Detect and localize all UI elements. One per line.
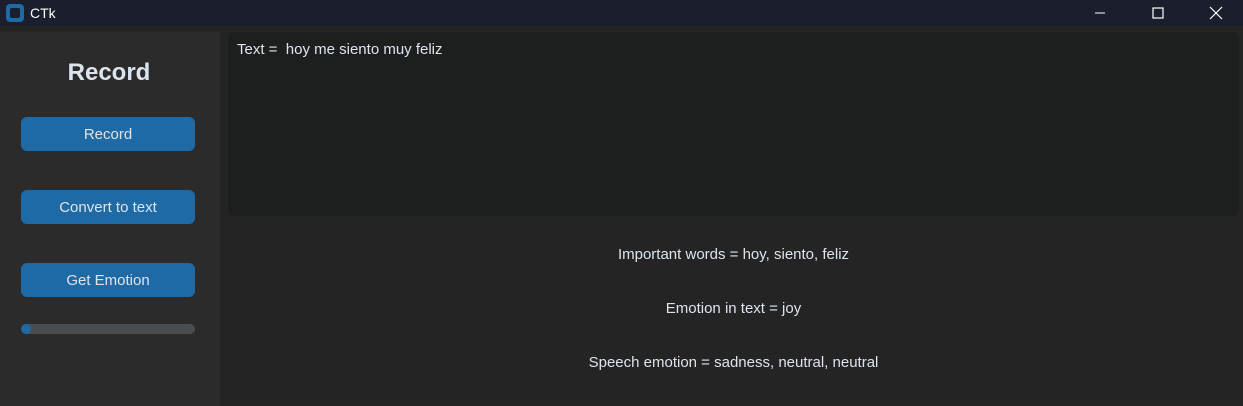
speech-emotion-label: Speech emotion = sadness, neutral, neutr… [588, 354, 879, 371]
sidebar: Record Record Convert to text Get Emotio… [0, 32, 220, 406]
sidebar-title: Record [67, 59, 151, 86]
transcript-text: Text = hoy me siento muy feliz [237, 41, 443, 58]
window-title: CTk [30, 5, 56, 21]
minimize-icon [1095, 12, 1105, 14]
maximize-icon [1152, 7, 1164, 19]
transcript-textbox[interactable]: Text = hoy me siento muy feliz [228, 32, 1239, 216]
minimize-button[interactable] [1077, 0, 1123, 26]
convert-to-text-button[interactable]: Convert to text [21, 190, 195, 224]
title-bar[interactable]: CTk [0, 0, 1243, 26]
close-button[interactable] [1193, 0, 1239, 26]
progress-bar [21, 324, 195, 334]
record-button[interactable]: Record [21, 117, 195, 151]
app-window: CTk Record Record Convert to text Get Em… [0, 0, 1243, 406]
get-emotion-button[interactable]: Get Emotion [21, 263, 195, 297]
progress-bar-fill [21, 324, 32, 334]
close-icon [1209, 6, 1223, 20]
ctk-app-icon [6, 4, 24, 22]
maximize-button[interactable] [1135, 0, 1181, 26]
important-words-label: Important words = hoy, siento, feliz [617, 246, 850, 263]
emotion-in-text-label: Emotion in text = joy [665, 300, 802, 317]
